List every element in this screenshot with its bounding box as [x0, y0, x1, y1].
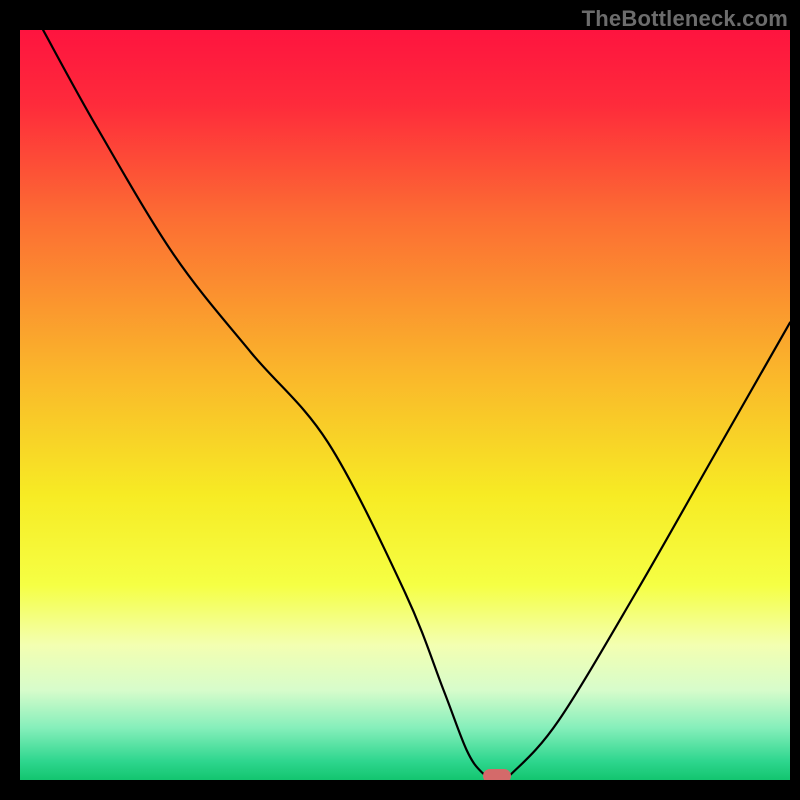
optimal-point-marker: [483, 769, 511, 780]
watermark-text: TheBottleneck.com: [582, 6, 788, 32]
bottleneck-curve: [20, 30, 790, 780]
plot-area: [20, 30, 790, 780]
chart-frame: TheBottleneck.com: [0, 0, 800, 800]
